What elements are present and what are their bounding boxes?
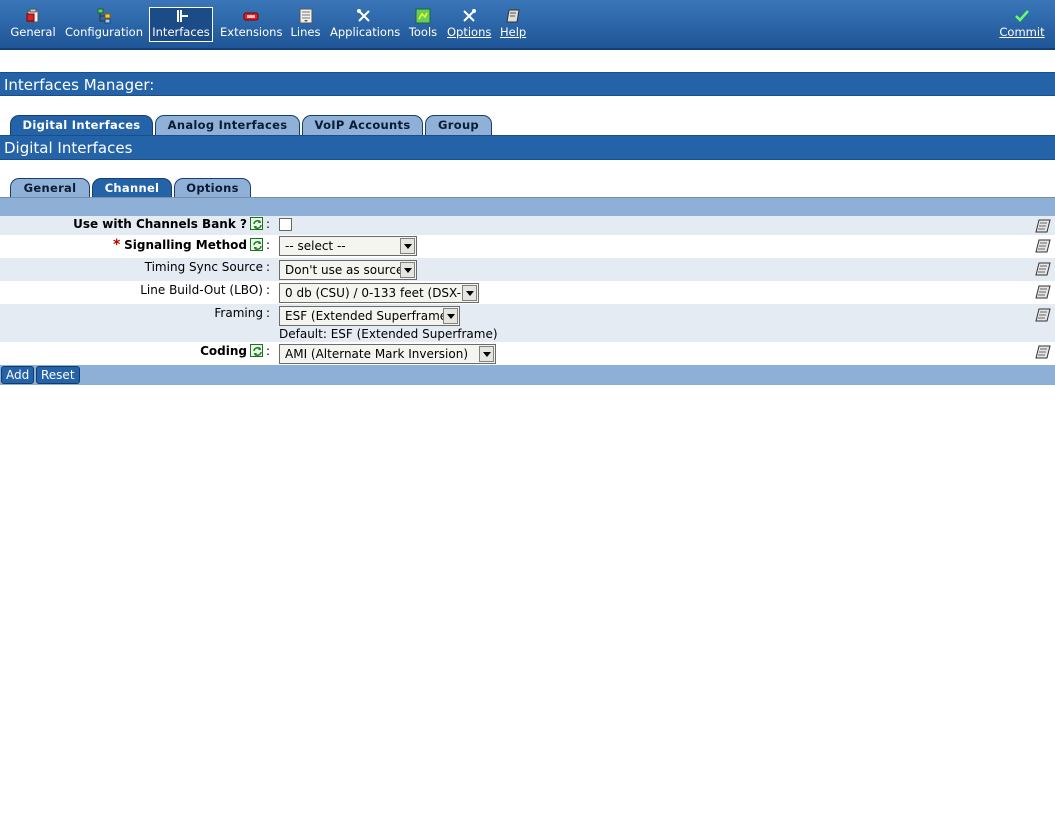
subtab-options[interactable]: Options bbox=[174, 178, 251, 198]
lines-icon bbox=[290, 8, 321, 26]
form-header-bar bbox=[0, 198, 1055, 216]
lbo-value: 0 db (CSU) / 0-133 feet (DSX-1) bbox=[285, 286, 474, 300]
chevron-down-icon bbox=[400, 262, 415, 278]
framing-label-cell: Framing: bbox=[214, 306, 270, 320]
toolbar-options[interactable]: Options bbox=[447, 8, 491, 42]
toolbar-general[interactable]: General bbox=[10, 8, 56, 42]
signalling-label: Signalling Method bbox=[124, 238, 247, 252]
help-book-icon[interactable] bbox=[1035, 239, 1051, 253]
help-book-icon[interactable] bbox=[1035, 219, 1051, 233]
coding-select[interactable]: AMI (Alternate Mark Inversion) bbox=[279, 344, 496, 364]
chevron-down-icon bbox=[479, 346, 494, 362]
lbo-label-cell: Line Build-Out (LBO): bbox=[140, 283, 270, 297]
help-book-icon[interactable] bbox=[1035, 308, 1051, 322]
help-book-icon[interactable] bbox=[1035, 262, 1051, 276]
signalling-label-cell: * Signalling Method: bbox=[112, 237, 270, 253]
help-book-icon[interactable] bbox=[1035, 345, 1051, 359]
required-asterisk: * bbox=[112, 237, 121, 253]
manager-title: Interfaces Manager: bbox=[0, 72, 1055, 96]
lbo-label: Line Build-Out (LBO) bbox=[140, 283, 263, 297]
applications-icon bbox=[330, 8, 398, 26]
signalling-select[interactable]: -- select -- bbox=[279, 236, 417, 256]
tab-digital-interfaces[interactable]: Digital Interfaces bbox=[10, 115, 153, 135]
add-button[interactable]: Add bbox=[1, 366, 35, 384]
framing-select[interactable]: ESF (Extended Superframe) bbox=[279, 306, 460, 326]
main-toolbar: General Configuration Interfaces Extensi… bbox=[0, 0, 1055, 50]
chevron-down-icon bbox=[443, 308, 458, 324]
framing-value: ESF (Extended Superframe) bbox=[285, 309, 452, 323]
chevron-down-icon bbox=[400, 238, 415, 254]
toolbar-extensions[interactable]: Extensions bbox=[220, 8, 283, 42]
refresh-icon[interactable] bbox=[249, 344, 263, 357]
configuration-icon bbox=[65, 8, 143, 26]
toolbar-help-label: Help bbox=[500, 25, 527, 39]
toolbar-help[interactable]: Help bbox=[500, 8, 526, 42]
row-signalling: * Signalling Method: -- select -- bbox=[0, 235, 1055, 258]
toolbar-interfaces-label: Interfaces bbox=[152, 25, 210, 39]
help-book-icon[interactable] bbox=[1035, 285, 1051, 299]
framing-default-note: Default: ESF (Extended Superframe) bbox=[279, 327, 498, 341]
channels-bank-label-cell: Use with Channels Bank ?: bbox=[73, 217, 270, 231]
row-timing-sync: Timing Sync Source: Don't use as source bbox=[0, 258, 1055, 281]
tab-group[interactable]: Group bbox=[425, 115, 492, 135]
timing-value: Don't use as source bbox=[285, 263, 404, 277]
interfaces-icon bbox=[150, 8, 212, 26]
toolbar-options-label: Options bbox=[447, 25, 492, 39]
tab-analog-interfaces[interactable]: Analog Interfaces bbox=[155, 115, 300, 135]
section-title: Digital Interfaces bbox=[0, 135, 1055, 160]
toolbar-commit[interactable]: Commit bbox=[998, 8, 1046, 42]
coding-label: Coding bbox=[200, 344, 247, 358]
framing-label: Framing bbox=[214, 306, 263, 320]
row-framing: Framing: ESF (Extended Superframe) Defau… bbox=[0, 304, 1055, 342]
timing-select[interactable]: Don't use as source bbox=[279, 260, 417, 280]
signalling-value: -- select -- bbox=[285, 239, 346, 253]
tab-voip-accounts[interactable]: VoIP Accounts bbox=[302, 115, 423, 135]
form-footer: Add Reset bbox=[0, 365, 1055, 385]
coding-label-cell: Coding: bbox=[200, 344, 270, 358]
refresh-icon[interactable] bbox=[249, 238, 263, 251]
toolbar-extensions-label: Extensions bbox=[220, 25, 283, 39]
subtab-general[interactable]: General bbox=[10, 178, 90, 198]
toolbar-general-label: General bbox=[10, 25, 56, 39]
toolbar-tools-label: Tools bbox=[408, 25, 438, 39]
options-icon bbox=[447, 8, 491, 26]
checkmark-icon bbox=[998, 8, 1046, 26]
reset-button[interactable]: Reset bbox=[36, 366, 80, 384]
toolbar-interfaces[interactable]: Interfaces bbox=[149, 7, 213, 42]
toolbar-configuration[interactable]: Configuration bbox=[65, 8, 143, 42]
timing-label-cell: Timing Sync Source: bbox=[144, 260, 270, 274]
toolbar-lines[interactable]: Lines bbox=[290, 8, 321, 42]
row-lbo: Line Build-Out (LBO): 0 db (CSU) / 0-133… bbox=[0, 281, 1055, 304]
lbo-select[interactable]: 0 db (CSU) / 0-133 feet (DSX-1) bbox=[279, 283, 479, 303]
subtab-channel[interactable]: Channel bbox=[92, 178, 172, 198]
row-coding: Coding: AMI (Alternate Mark Inversion) bbox=[0, 342, 1055, 365]
tools-icon bbox=[407, 8, 439, 26]
chevron-down-icon bbox=[462, 285, 477, 301]
toolbar-tools[interactable]: Tools bbox=[407, 8, 439, 42]
toolbar-applications-label: Applications bbox=[330, 25, 401, 39]
help-icon bbox=[500, 8, 526, 26]
timing-label: Timing Sync Source bbox=[144, 260, 263, 274]
toolbar-lines-label: Lines bbox=[290, 25, 321, 39]
toolbar-configuration-label: Configuration bbox=[65, 25, 143, 39]
row-channels-bank: Use with Channels Bank ?: bbox=[0, 216, 1055, 235]
toolbar-commit-label: Commit bbox=[999, 25, 1045, 39]
channels-bank-checkbox[interactable] bbox=[279, 218, 292, 231]
channels-bank-label: Use with Channels Bank ? bbox=[73, 217, 247, 231]
coding-value: AMI (Alternate Mark Inversion) bbox=[285, 347, 468, 361]
toolbar-applications[interactable]: Applications bbox=[330, 8, 401, 42]
extensions-icon bbox=[220, 8, 281, 26]
general-icon bbox=[10, 8, 56, 26]
refresh-icon[interactable] bbox=[249, 217, 263, 230]
